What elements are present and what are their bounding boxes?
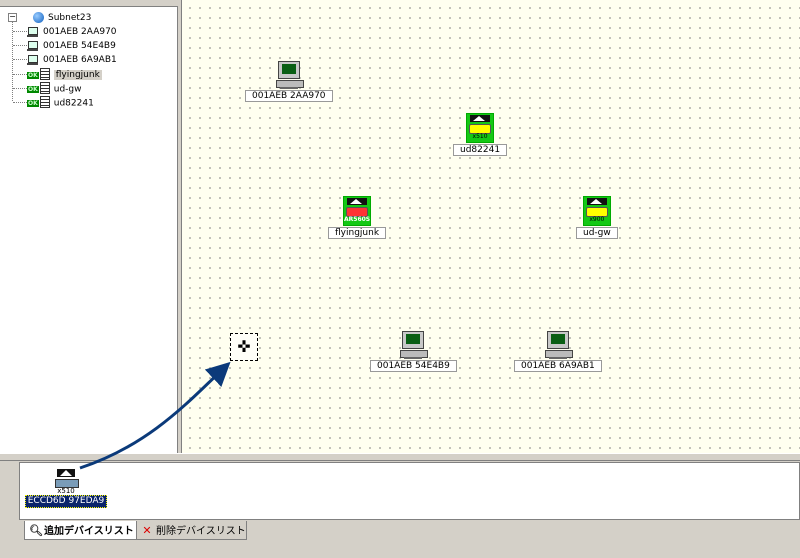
tree-item-label: 001AEB 2AA970 [43,27,117,37]
device-list-gutter [0,462,19,520]
map-node-label: 001AEB 2AA970 [245,90,333,102]
switch-icon: x510 [49,469,83,495]
tree-item-label: 001AEB 6A9AB1 [43,55,117,65]
tab-label: 削除デバイスリスト [156,526,246,537]
switch-model-label: x900 [589,216,605,223]
computer-icon [27,54,38,65]
move-cross-icon: ✜ [237,337,251,356]
list-device-label: ECCD6D 97EDA9 [24,495,108,508]
tree-item-label: 001AEB 54E4B9 [43,41,116,51]
tree-item-001aeb-54e4b9[interactable]: 001AEB 54E4B9 [13,40,116,53]
tab-added-devices[interactable]: 🔍︎追加デバイスリスト [24,521,137,540]
switch-icon: x900 [582,196,611,226]
switch-rack-icon [39,82,50,94]
map-node-label: ud82241 [453,144,508,156]
added-device-list[interactable]: x510 ECCD6D 97EDA9 [19,462,800,520]
map-node-label: 001AEB 6A9AB1 [514,360,602,372]
tree-item-001aeb-2aa970[interactable]: 001AEB 2AA970 [13,26,117,39]
tree-item-flyingjunk[interactable]: OK flyingjunk [13,68,102,81]
tab-label: 追加デバイスリスト [44,526,134,537]
tree-item-ud-gw[interactable]: OK ud-gw [13,82,82,95]
ok-status-badge: OK [27,71,39,79]
magnifier-icon: 🔍︎ [29,524,43,537]
map-node-flyingjunk[interactable]: AR560S flyingjunk [328,196,387,239]
red-x-icon: ✕ [142,524,152,537]
switch-model-label: x510 [472,133,488,140]
tree-item-label: ud-gw [53,84,82,95]
map-node-label: 001AEB 54E4B9 [370,360,457,372]
bottom-pane-divider[interactable] [0,453,800,461]
computer-icon [27,40,38,51]
router-model-label: AR560S [344,216,371,223]
map-node-label: ud-gw [576,227,618,239]
map-node-ud-gw[interactable]: x900 ud-gw [576,196,618,239]
switch-icon: x510 [466,113,495,143]
tree-item-label: flyingjunk [53,70,102,81]
computer-icon [27,26,38,37]
list-device-eccd6d-97eda9[interactable]: x510 ECCD6D 97EDA9 [24,469,108,508]
device-tree-panel: − Subnet23 001AEB 2AA970 001AEB 54E4B9 00… [0,0,178,453]
tree-item-001aeb-6a9ab1[interactable]: 001AEB 6A9AB1 [13,54,117,67]
switch-rack-icon [39,68,50,80]
tree-top-bar [0,0,178,7]
tree-item-label: ud82241 [53,98,94,109]
computer-icon [544,331,573,359]
list-device-model: x510 [57,487,75,495]
network-map-canvas[interactable]: 001AEB 2AA970 x510 ud82241 AR560S flying… [182,0,800,453]
map-node-001aeb-54e4b9[interactable]: 001AEB 54E4B9 [370,331,457,372]
ok-status-badge: OK [27,85,39,93]
router-icon: AR560S [343,196,372,226]
map-node-ud82241[interactable]: x510 ud82241 [453,113,508,156]
computer-icon [275,61,304,89]
tab-removed-devices[interactable]: ✕ 削除デバイスリスト [137,521,247,540]
globe-icon [33,12,44,23]
collapse-icon[interactable]: − [8,13,17,22]
tree-item-ud82241[interactable]: OK ud82241 [13,96,94,109]
drop-target-placeholder[interactable]: ✜ [230,333,258,361]
ok-status-badge: OK [27,99,39,107]
switch-rack-icon [39,96,50,108]
map-node-label: flyingjunk [328,227,387,239]
tree-root-label: Subnet23 [48,13,92,23]
tree-root-subnet[interactable]: − Subnet23 [8,12,91,25]
map-node-001aeb-6a9ab1[interactable]: 001AEB 6A9AB1 [514,331,602,372]
bottom-tab-bar: 🔍︎追加デバイスリスト ✕ 削除デバイスリスト [0,520,800,558]
computer-icon [400,331,429,359]
map-node-001aeb-2aa970[interactable]: 001AEB 2AA970 [245,61,333,102]
